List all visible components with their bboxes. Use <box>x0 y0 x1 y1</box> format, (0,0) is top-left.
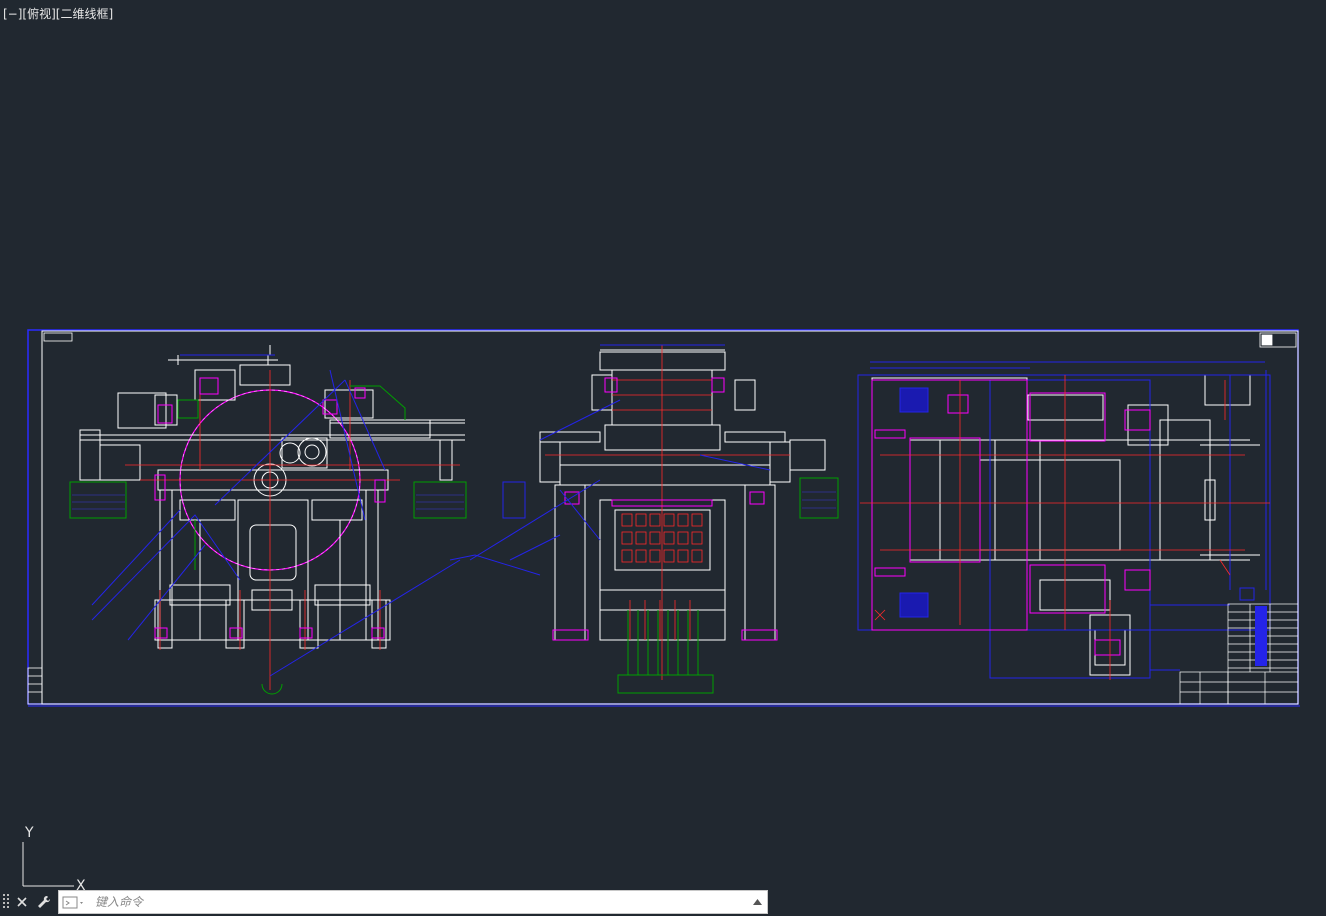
command-input-wrapper <box>58 890 768 914</box>
close-icon <box>17 897 27 907</box>
title-block <box>1179 603 1299 705</box>
ucs-y-label: Y <box>24 825 34 841</box>
plan-view <box>857 361 1271 680</box>
wrench-icon <box>38 895 51 908</box>
chevron-up-icon <box>752 899 762 905</box>
command-line-bar <box>0 888 770 916</box>
close-command-button[interactable] <box>12 891 32 913</box>
customize-command-button[interactable] <box>34 891 54 913</box>
ucs-icon: Y X <box>22 825 86 892</box>
cad-drawing-canvas[interactable] <box>0 0 1326 916</box>
grip-handle-icon[interactable] <box>2 893 10 911</box>
command-history-button[interactable] <box>750 895 764 909</box>
side-elevation-view <box>69 345 526 695</box>
command-prompt-icon[interactable] <box>62 895 86 911</box>
command-input[interactable] <box>95 891 735 913</box>
front-elevation-view <box>449 344 839 694</box>
